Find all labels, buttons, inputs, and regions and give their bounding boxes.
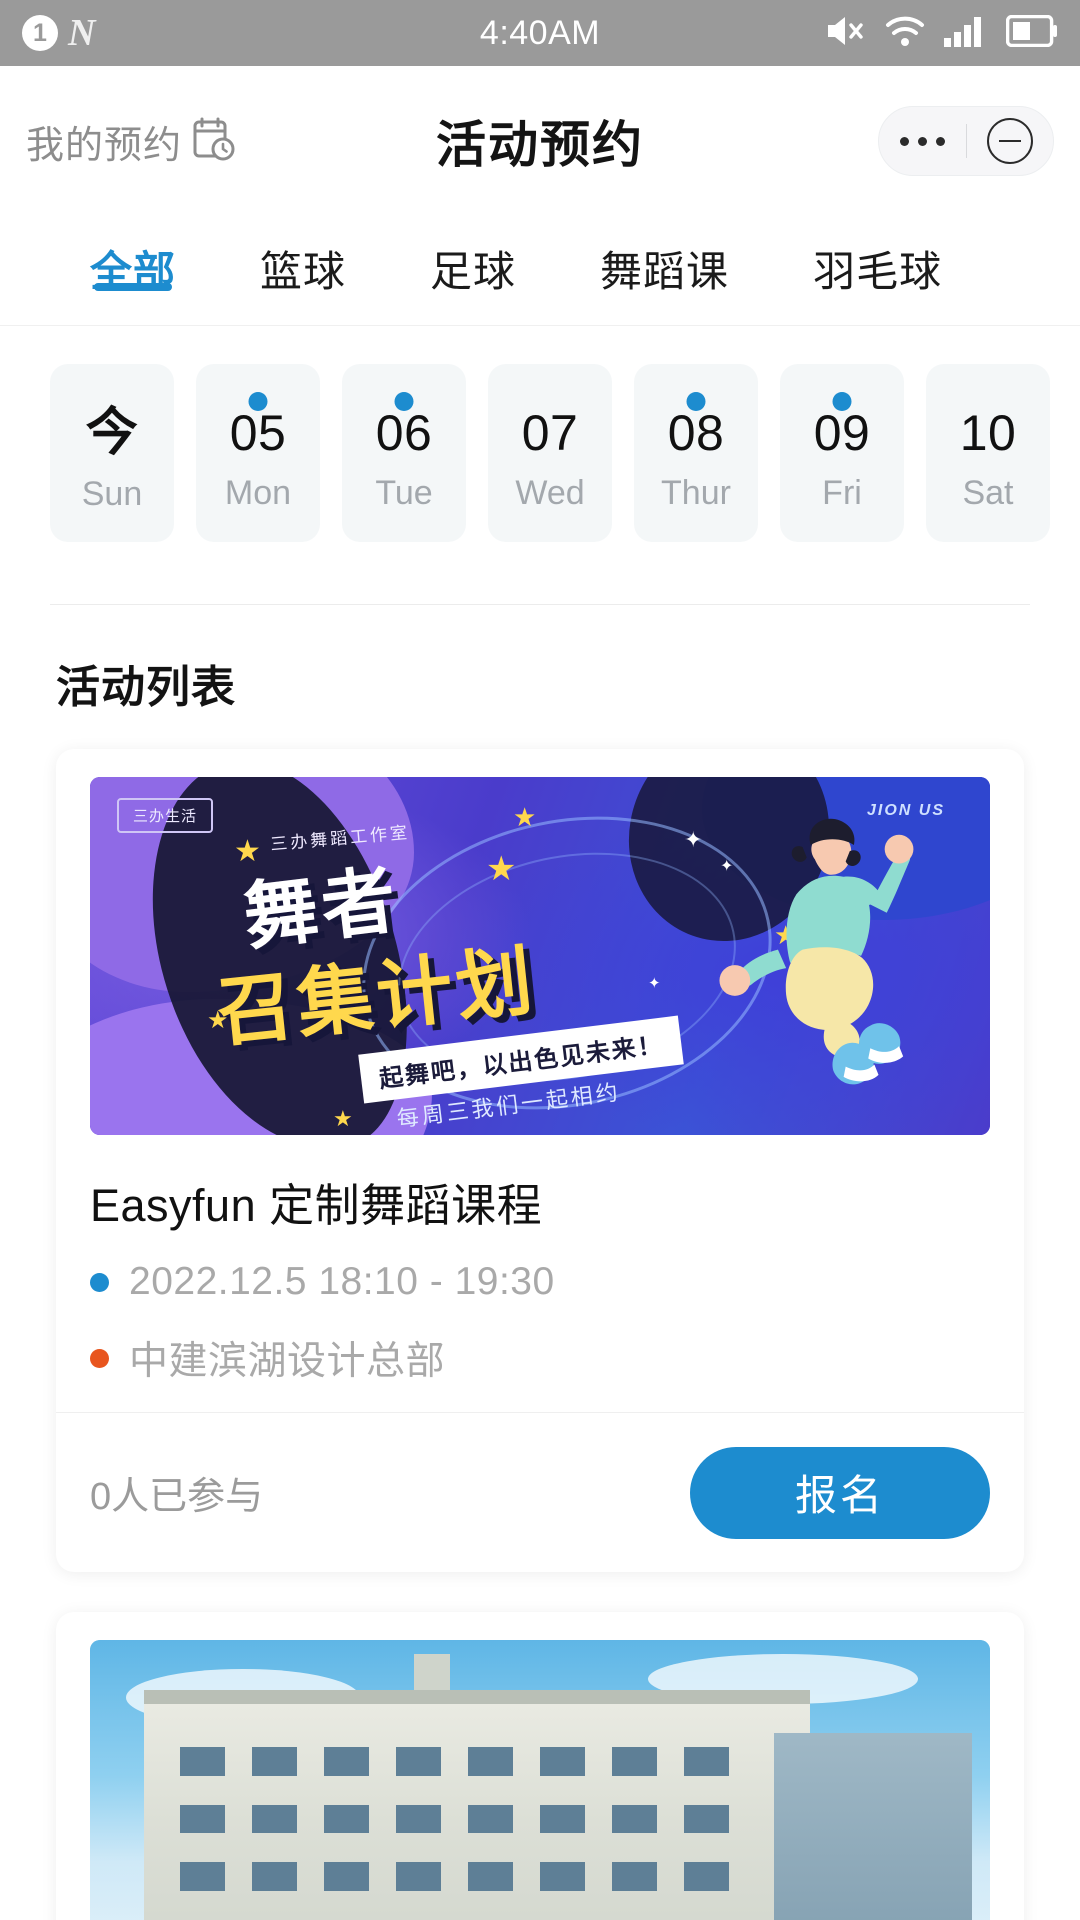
cellular-signal-icon bbox=[942, 14, 990, 53]
date-weekday: Fri bbox=[822, 474, 862, 512]
date-number: 07 bbox=[521, 405, 579, 461]
date-weekday: Thur bbox=[661, 474, 731, 512]
date-weekday: Sat bbox=[962, 474, 1014, 512]
status-bar-right bbox=[824, 13, 1058, 54]
my-reservations-label: 我的预约 bbox=[26, 124, 183, 167]
tab-dance-class[interactable]: 舞蹈课 bbox=[600, 216, 729, 299]
event-indicator-dot bbox=[832, 392, 852, 411]
tab-label: 足球 bbox=[430, 248, 517, 295]
volume-mute-icon bbox=[824, 13, 868, 54]
dancer-illustration bbox=[684, 806, 954, 1114]
tab-label: 舞蹈课 bbox=[600, 248, 730, 295]
notification-count-badge: 1 bbox=[22, 15, 58, 51]
location-bullet-icon bbox=[90, 1348, 109, 1368]
date-number: 08 bbox=[667, 405, 725, 461]
status-bar: 1 N 4:40AM bbox=[0, 0, 1080, 66]
datetime-bullet-icon bbox=[90, 1272, 109, 1292]
activity-datetime-row: 2022.12.5 18:10 - 19:30 bbox=[90, 1260, 990, 1304]
office-building-photo bbox=[90, 1640, 990, 1920]
signup-button[interactable]: 报名 bbox=[690, 1446, 990, 1539]
date-number: 09 bbox=[813, 405, 871, 461]
date-card-06[interactable]: 06 Tue bbox=[342, 364, 466, 542]
star-icon: ★ bbox=[333, 1106, 353, 1132]
wifi-icon bbox=[884, 14, 926, 53]
activity-title: Easyfun 定制舞蹈课程 bbox=[90, 1180, 543, 1231]
star-icon: ★ bbox=[486, 849, 517, 888]
my-reservations-link[interactable]: 我的预约 bbox=[26, 114, 236, 169]
poster-join-us: JION US bbox=[866, 802, 945, 820]
poster-tag: 三办生活 bbox=[117, 798, 214, 834]
date-card-today[interactable]: 今 Sun bbox=[50, 364, 174, 542]
tab-label: 羽毛球 bbox=[813, 248, 943, 295]
date-selector[interactable]: 今 Sun 05 Mon 06 Tue 07 Wed 08 Thur 09 Fr… bbox=[0, 364, 1080, 542]
activity-list: ★ ★ ★ ★ ★ ★ ✦ ✦ ✦ 三办生活 JION US 三办舞蹈工作室 舞… bbox=[0, 715, 1080, 1920]
date-weekday: Mon bbox=[224, 474, 292, 512]
more-dots-icon[interactable] bbox=[879, 136, 966, 146]
activity-location: 中建滨湖设计总部 bbox=[129, 1340, 446, 1383]
date-selector-section: 今 Sun 05 Mon 06 Tue 07 Wed 08 Thur 09 Fr… bbox=[0, 326, 1080, 542]
date-card-09[interactable]: 09 Fri bbox=[780, 364, 904, 542]
date-card-08[interactable]: 08 Thur bbox=[634, 364, 758, 542]
activity-card-body bbox=[56, 1612, 1024, 1920]
star-icon: ★ bbox=[513, 802, 537, 833]
event-indicator-dot bbox=[394, 392, 414, 411]
date-number: 10 bbox=[959, 405, 1017, 461]
tab-basketball[interactable]: 篮球 bbox=[260, 216, 346, 299]
category-tab-bar: 全部 篮球 足球 舞蹈课 羽毛球 bbox=[0, 216, 1080, 326]
tab-all[interactable]: 全部 bbox=[90, 216, 176, 299]
event-indicator-dot bbox=[686, 392, 706, 411]
section-heading: 活动列表 bbox=[56, 663, 236, 712]
category-tabs[interactable]: 全部 篮球 足球 舞蹈课 羽毛球 bbox=[0, 216, 1080, 325]
calendar-clock-icon bbox=[192, 116, 236, 167]
activity-card[interactable]: ★ ★ ★ ★ ★ ★ ✦ ✦ ✦ 三办生活 JION US 三办舞蹈工作室 舞… bbox=[56, 749, 1024, 1572]
minimize-circle-icon[interactable] bbox=[967, 118, 1054, 164]
date-card-07[interactable]: 07 Wed bbox=[488, 364, 612, 542]
date-number: 06 bbox=[375, 405, 433, 461]
date-number: 05 bbox=[229, 405, 287, 461]
date-card-05[interactable]: 05 Mon bbox=[196, 364, 320, 542]
battery-icon bbox=[1005, 14, 1058, 52]
event-indicator-dot bbox=[248, 392, 268, 411]
activity-location-row: 中建滨湖设计总部 bbox=[90, 1330, 990, 1386]
date-number: 今 bbox=[85, 404, 139, 462]
tab-label: 篮球 bbox=[260, 248, 347, 295]
activity-poster-image: ★ ★ ★ ★ ★ ★ ✦ ✦ ✦ 三办生活 JION US 三办舞蹈工作室 舞… bbox=[90, 777, 990, 1135]
tab-badminton[interactable]: 羽毛球 bbox=[813, 216, 942, 299]
activity-card-footer: 0人已参与 报名 bbox=[56, 1412, 1024, 1572]
sparkle-icon: ✦ bbox=[648, 974, 661, 992]
participant-count: 0人已参与 bbox=[90, 1476, 264, 1518]
carrier-icon: N bbox=[68, 12, 96, 54]
navigation-bar: 我的预约 活动预约 bbox=[0, 66, 1080, 216]
activity-datetime: 2022.12.5 18:10 - 19:30 bbox=[129, 1260, 555, 1303]
wechat-capsule-bar bbox=[878, 106, 1054, 176]
activity-card-body: ★ ★ ★ ★ ★ ★ ✦ ✦ ✦ 三办生活 JION US 三办舞蹈工作室 舞… bbox=[56, 749, 1024, 1412]
activity-card[interactable] bbox=[56, 1612, 1024, 1920]
date-weekday: Wed bbox=[515, 474, 585, 512]
tab-active-indicator bbox=[94, 283, 172, 291]
date-weekday: Sun bbox=[81, 475, 143, 513]
status-bar-left: 1 N bbox=[22, 14, 95, 52]
date-weekday: Tue bbox=[375, 474, 433, 512]
date-card-10[interactable]: 10 Sat bbox=[926, 364, 1050, 542]
app-screen: 1 N 4:40AM 我的预约 活动预约 全部 篮球 足球 舞蹈课 羽毛球 今 … bbox=[0, 0, 1080, 1920]
tab-football[interactable]: 足球 bbox=[430, 216, 516, 299]
